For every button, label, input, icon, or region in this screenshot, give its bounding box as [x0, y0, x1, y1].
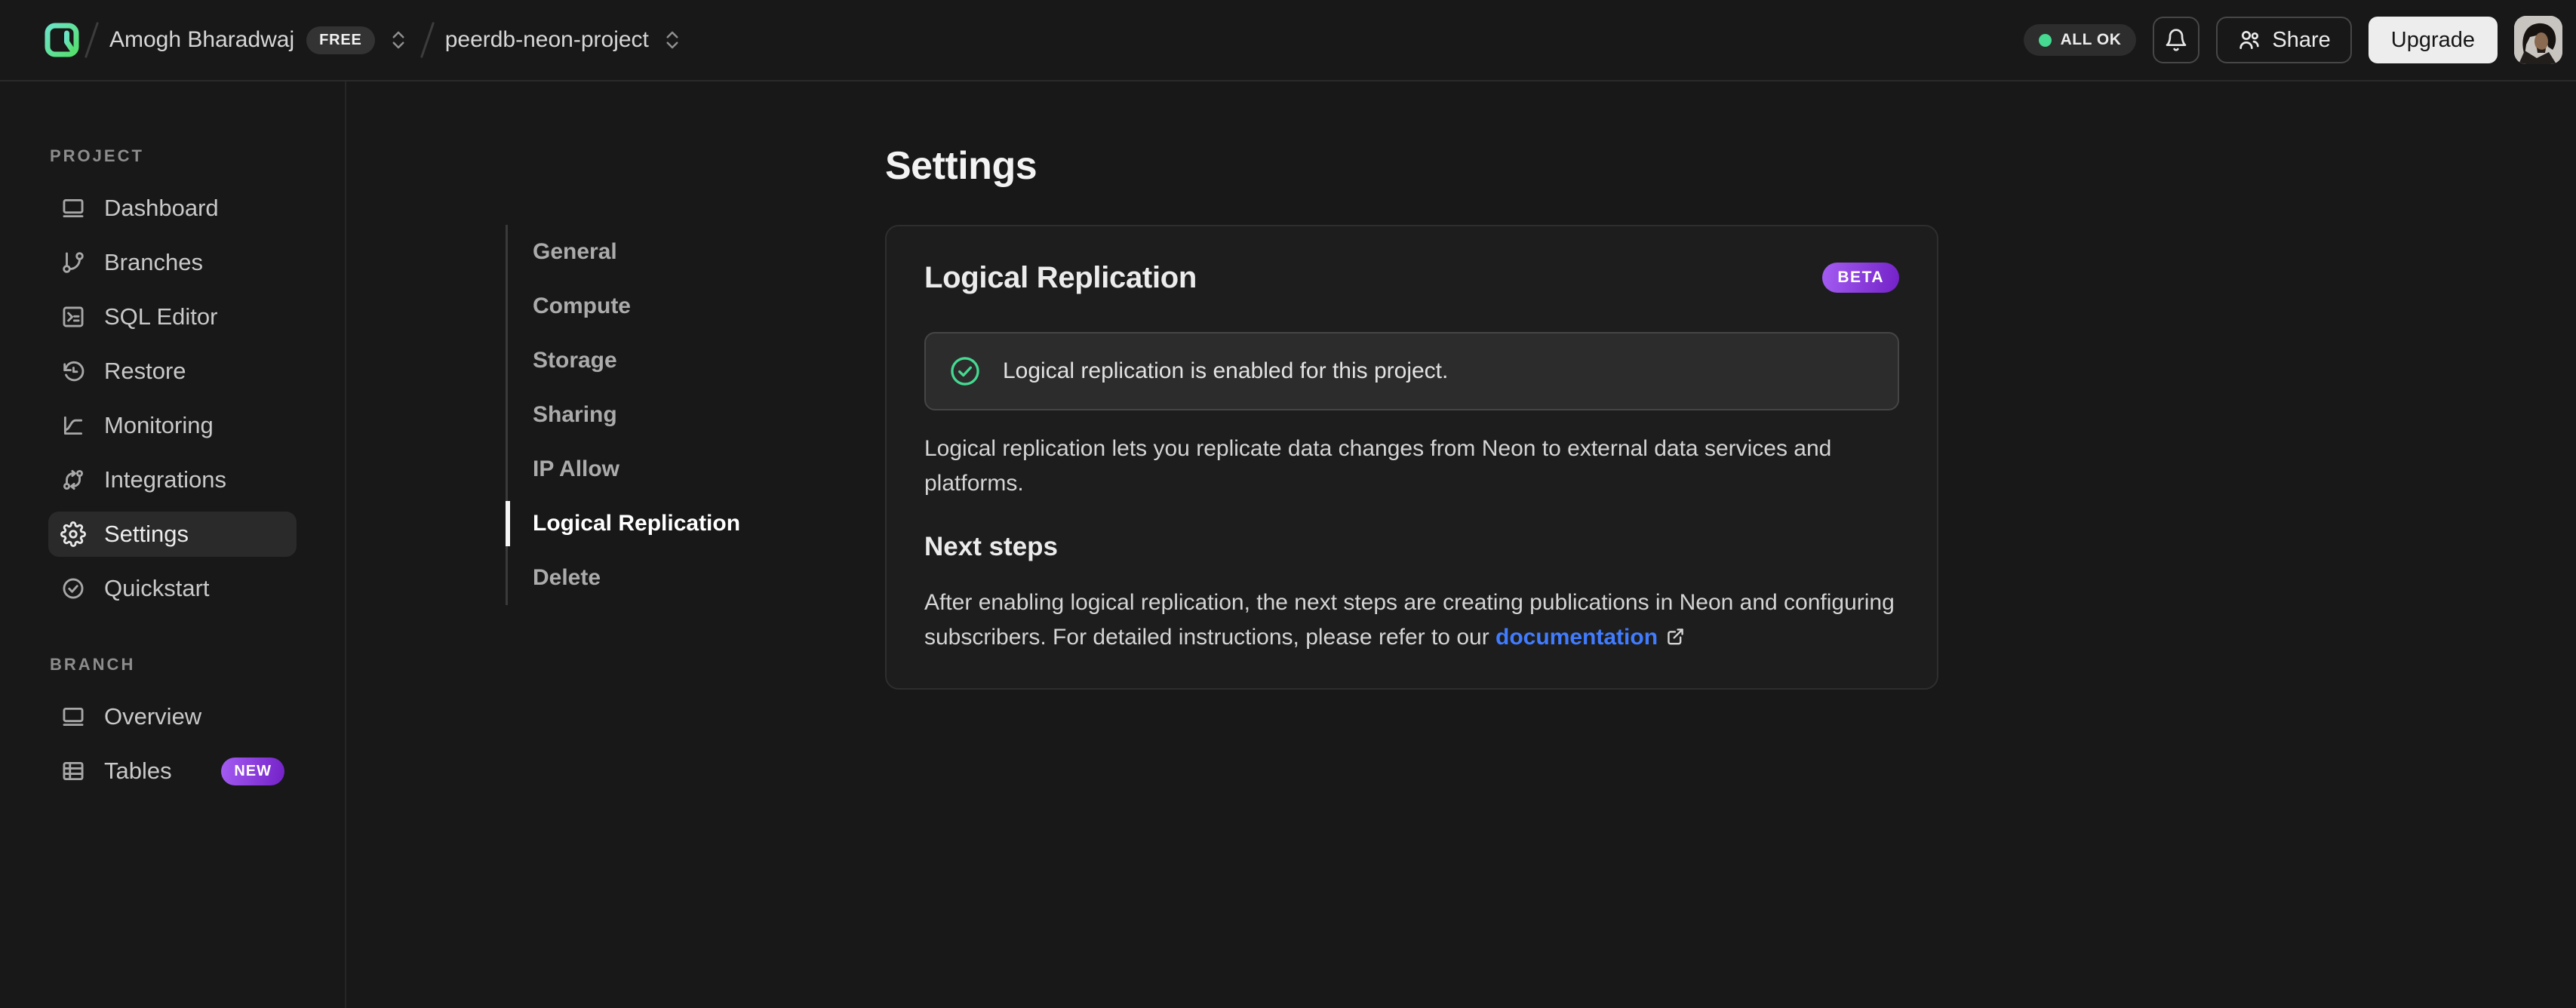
subnav-logical-replication[interactable]: Logical Replication — [506, 496, 885, 551]
sidebar: PROJECT Dashboard Branches SQL Editor Re… — [0, 81, 346, 1008]
bell-icon — [2166, 29, 2187, 51]
header-actions: ALL OK Share Upgrade — [2023, 16, 2562, 64]
subnav-ip-allow[interactable]: IP Allow — [508, 442, 885, 496]
browser-icon — [63, 707, 84, 727]
history-clock-icon — [63, 361, 85, 382]
status-badge[interactable]: ALL OK — [2023, 24, 2137, 56]
sidebar-item-label: Monitoring — [104, 412, 214, 438]
unfold-chevrons-icon — [392, 31, 404, 49]
sidebar-item-quickstart[interactable]: Quickstart — [48, 566, 297, 611]
account-name: Amogh Bharadwaj — [109, 27, 295, 52]
sidebar-item-tables[interactable]: Tables NEW — [48, 748, 297, 794]
subnav-storage[interactable]: Storage — [508, 333, 885, 388]
table-icon — [63, 761, 84, 781]
breadcrumb-slash — [420, 21, 435, 59]
user-avatar[interactable] — [2514, 16, 2562, 64]
subnav-sharing[interactable]: Sharing — [508, 388, 885, 442]
sidebar-item-branches[interactable]: Branches — [48, 240, 297, 285]
neon-logo-icon — [45, 23, 79, 57]
users-icon — [2239, 31, 2260, 49]
main-content: Settings General Compute Storage Sharing… — [346, 81, 2576, 1008]
sidebar-section-project: PROJECT — [50, 146, 144, 165]
sidebar-item-label: Integrations — [104, 466, 226, 493]
sidebar-item-integrations[interactable]: Integrations — [48, 457, 297, 502]
avatar-photo — [2514, 16, 2562, 64]
share-label: Share — [2272, 27, 2331, 52]
sync-arrows-icon — [63, 469, 84, 490]
git-branch-icon — [63, 252, 84, 273]
subnav-compute[interactable]: Compute — [508, 279, 885, 333]
sidebar-item-label: Restore — [104, 358, 186, 384]
notifications-button[interactable] — [2153, 17, 2200, 63]
terminal-icon — [63, 306, 84, 327]
sidebar-item-sql-editor[interactable]: SQL Editor — [48, 294, 297, 340]
unfold-chevrons-icon — [666, 31, 678, 49]
next-steps-text: After enabling logical replication, the … — [924, 585, 1899, 655]
browser-icon — [63, 198, 84, 218]
sidebar-item-label: Branches — [104, 249, 203, 275]
share-button[interactable]: Share — [2216, 17, 2352, 63]
sidebar-item-label: Dashboard — [104, 195, 219, 221]
gear-icon — [60, 521, 86, 547]
settings-subnav: General Compute Storage Sharing IP Allow… — [506, 225, 885, 605]
banner-text: Logical replication is enabled for this … — [1003, 358, 1449, 383]
sidebar-item-label: SQL Editor — [104, 303, 218, 330]
project-selector[interactable]: peerdb-neon-project — [439, 23, 690, 57]
top-bar: Amogh Bharadwaj FREE peerdb-neon-project… — [0, 0, 2576, 81]
sidebar-item-overview[interactable]: Overview — [48, 694, 297, 739]
sidebar-item-label: Settings — [104, 521, 189, 547]
neon-logo[interactable] — [44, 20, 80, 60]
documentation-link[interactable]: documentation — [1495, 625, 1658, 650]
card-title: Logical Replication — [924, 261, 1197, 294]
status-label: ALL OK — [2060, 31, 2122, 48]
sidebar-item-label: Tables — [104, 758, 172, 784]
plan-badge: FREE — [306, 26, 375, 54]
breadcrumb-slash — [84, 21, 100, 59]
beta-badge: BETA — [1822, 263, 1899, 293]
subnav-delete[interactable]: Delete — [508, 551, 885, 605]
page-title: Settings — [885, 144, 1037, 188]
sidebar-item-settings[interactable]: Settings — [48, 512, 297, 557]
project-name: peerdb-neon-project — [444, 27, 649, 52]
next-steps-body: After enabling logical replication, the … — [924, 590, 1895, 650]
card-description: Logical replication lets you replicate d… — [924, 436, 1832, 496]
upgrade-button[interactable]: Upgrade — [2368, 17, 2498, 63]
check-circle-icon — [951, 357, 979, 386]
new-badge: NEW — [221, 757, 284, 785]
external-link-icon — [1668, 628, 1683, 645]
sidebar-item-dashboard[interactable]: Dashboard — [48, 186, 297, 231]
logical-replication-card: Logical Replication BETA Logical replica… — [885, 225, 1938, 690]
sidebar-section-branch: BRANCH — [50, 655, 136, 674]
sidebar-item-label: Quickstart — [104, 575, 210, 601]
sidebar-item-monitoring[interactable]: Monitoring — [48, 403, 297, 448]
sidebar-item-restore[interactable]: Restore — [48, 349, 297, 394]
subnav-general[interactable]: General — [508, 225, 885, 279]
account-selector[interactable]: Amogh Bharadwaj FREE — [103, 22, 416, 59]
chart-curve-icon — [63, 416, 83, 435]
next-steps-title: Next steps — [924, 532, 1059, 561]
status-ok-dot — [2038, 33, 2052, 47]
check-circle-icon — [63, 578, 84, 599]
sidebar-item-label: Overview — [104, 703, 202, 730]
success-banner: Logical replication is enabled for this … — [924, 332, 1899, 410]
